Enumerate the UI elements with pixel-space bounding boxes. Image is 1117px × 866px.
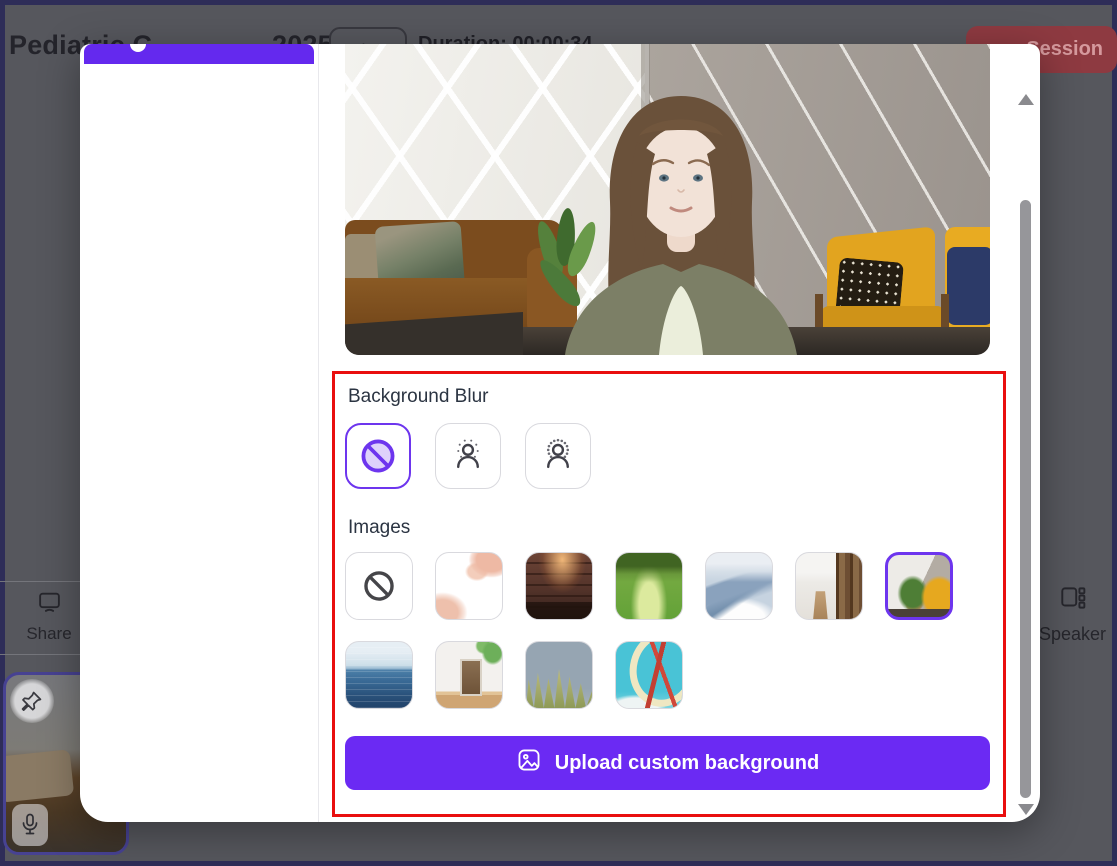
background-image-option-mountains[interactable]	[705, 552, 773, 620]
modal-sidebar	[80, 44, 319, 822]
camera-preview	[345, 44, 990, 355]
scrollbar-thumb[interactable]	[1020, 200, 1031, 798]
blur-option-strong-blur[interactable]	[525, 423, 591, 489]
image-upload-icon	[516, 747, 542, 779]
app-window: Pediatric C 2025 Live Duration: 00:00:34…	[0, 0, 1117, 866]
thumbnail-scene	[3, 749, 74, 802]
microphone-icon[interactable]	[12, 804, 48, 846]
image-options-row-1	[345, 552, 993, 620]
speaker-view-button[interactable]: Speaker	[1028, 582, 1117, 648]
modal-content: Background Blur Images	[318, 44, 1040, 822]
settings-modal: Background Blur Images	[80, 44, 1040, 822]
images-section-title: Images	[348, 517, 993, 539]
speaker-label: Speaker	[1039, 624, 1106, 645]
background-image-option-roller-coaster[interactable]	[615, 641, 683, 709]
upload-button-label: Upload custom background	[555, 752, 819, 775]
background-image-option-agave[interactable]	[525, 641, 593, 709]
blur-section-title: Background Blur	[348, 386, 993, 408]
share-screen-button[interactable]: Share	[18, 588, 80, 648]
share-label: Share	[26, 624, 71, 644]
background-image-option-none[interactable]	[345, 552, 413, 620]
upload-custom-background-button[interactable]: Upload custom background	[345, 736, 990, 790]
toolbar-divider-top	[0, 581, 80, 582]
pin-icon[interactable]	[10, 679, 54, 723]
blur-option-no-blur[interactable]	[345, 423, 411, 489]
blur-option-light-blur[interactable]	[435, 423, 501, 489]
background-image-option-interior[interactable]	[435, 641, 503, 709]
image-options-row-2	[345, 641, 993, 709]
preview-person	[531, 84, 831, 355]
background-image-option-ocean[interactable]	[345, 641, 413, 709]
monitor-icon	[36, 589, 63, 619]
sidebar-tab-notch	[130, 44, 146, 52]
background-image-option-brick[interactable]	[525, 552, 593, 620]
sidebar-selected-tab[interactable]	[84, 44, 314, 64]
scroll-down-arrow-icon[interactable]	[1018, 804, 1034, 815]
modal-scrollbar[interactable]	[1016, 44, 1036, 822]
background-image-option-living-room[interactable]	[885, 552, 953, 620]
annotation-highlight-box: Background Blur Images	[332, 371, 1006, 817]
background-image-option-library[interactable]	[795, 552, 863, 620]
preview-navy-pillow	[947, 247, 990, 325]
scroll-up-arrow-icon[interactable]	[1018, 94, 1034, 105]
toolbar-divider-bottom	[0, 654, 80, 655]
background-image-option-park[interactable]	[615, 552, 683, 620]
blur-options-row	[345, 423, 993, 489]
speaker-view-icon	[1058, 583, 1088, 618]
background-image-option-blossom[interactable]	[435, 552, 503, 620]
